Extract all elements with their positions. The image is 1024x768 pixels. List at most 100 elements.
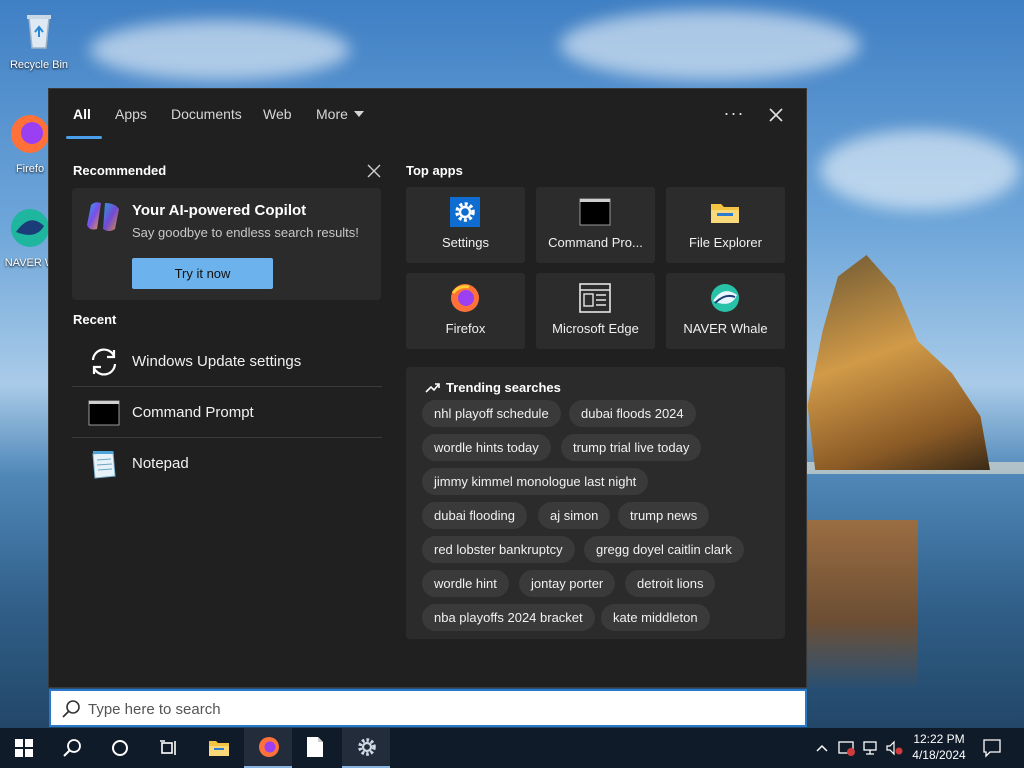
network-icon[interactable]: [862, 738, 880, 758]
tab-apps[interactable]: Apps: [115, 106, 147, 122]
task-view-icon: [160, 740, 176, 755]
whale-icon: [711, 284, 739, 312]
clock-time: 12:22 PM: [913, 732, 965, 746]
search-box[interactable]: [49, 689, 807, 727]
trending-chip[interactable]: nba playoffs 2024 bracket: [422, 604, 595, 631]
recent-item-notepad[interactable]: Notepad: [72, 439, 382, 489]
trending-chip[interactable]: dubai flooding: [422, 502, 527, 529]
copilot-icon: [87, 202, 119, 231]
volume-muted-icon[interactable]: [885, 738, 903, 758]
tab-documents[interactable]: Documents: [171, 106, 242, 122]
trending-chip[interactable]: kate middleton: [601, 604, 710, 631]
security-warning-icon[interactable]: [838, 738, 856, 758]
refresh-icon: [91, 348, 117, 376]
firefox-icon: [451, 284, 479, 312]
trending-chip[interactable]: red lobster bankruptcy: [422, 536, 575, 563]
document-icon: [307, 737, 323, 757]
cortana-button[interactable]: [96, 728, 144, 768]
action-center-icon[interactable]: [982, 738, 1002, 758]
more-options-button[interactable]: ···: [722, 103, 746, 127]
wallpaper-rock: [807, 255, 990, 470]
app-tile-naver-whale[interactable]: NAVER Whale: [666, 273, 785, 349]
trending-searches: Trending searches nhl playoff schedule d…: [406, 367, 785, 639]
tab-more[interactable]: More: [316, 106, 364, 122]
trending-arrow-icon: [425, 383, 440, 393]
app-tile-command-prompt[interactable]: Command Pro...: [536, 187, 655, 263]
recent-item-label: Windows Update settings: [132, 353, 302, 370]
command-prompt-icon: [579, 198, 611, 226]
windows-logo-icon: [15, 739, 33, 757]
tab-web[interactable]: Web: [263, 106, 292, 122]
whale-icon: [11, 209, 49, 247]
app-tile-label: Microsoft Edge: [552, 321, 639, 336]
command-prompt-icon: [88, 400, 120, 426]
recycle-bin-icon: [27, 15, 51, 49]
caret-down-icon: [353, 111, 364, 117]
search-icon: [62, 700, 80, 718]
search-tabs: All Apps Documents Web More ···: [49, 89, 806, 139]
recent-item-command-prompt[interactable]: Command Prompt: [72, 388, 382, 438]
search-icon: [63, 739, 81, 757]
trending-chip[interactable]: dubai floods 2024: [569, 400, 696, 427]
taskbar-search-button[interactable]: [48, 728, 96, 768]
trending-chip[interactable]: trump trial live today: [561, 434, 702, 461]
recent-title: Recent: [73, 312, 117, 327]
app-tile-settings[interactable]: Settings: [406, 187, 525, 263]
tab-more-label: More: [316, 106, 348, 122]
app-tile-label: Command Pro...: [548, 235, 643, 250]
trending-chip[interactable]: jimmy kimmel monologue last night: [422, 468, 649, 495]
trending-chip[interactable]: wordle hints today: [422, 434, 551, 461]
app-tile-file-explorer[interactable]: File Explorer: [666, 187, 785, 263]
search-input[interactable]: [88, 698, 688, 720]
trending-chip[interactable]: aj simon: [538, 502, 611, 529]
system-clock[interactable]: 12:22 PM 4/18/2024: [904, 731, 974, 763]
trending-chip[interactable]: jontay porter: [519, 570, 616, 597]
edge-icon: [579, 283, 611, 313]
folder-icon: [209, 741, 229, 756]
firefox-icon: [259, 737, 279, 757]
taskbar-file-explorer[interactable]: [194, 728, 242, 768]
wallpaper-cloud: [820, 130, 1020, 210]
close-icon: [769, 108, 783, 122]
trending-chip[interactable]: gregg doyel caitlin clark: [584, 536, 744, 563]
clock-date: 4/18/2024: [912, 748, 966, 762]
copilot-card: Your AI-powered Copilot Say goodbye to e…: [72, 188, 381, 300]
top-apps-title: Top apps: [406, 163, 463, 178]
tab-all[interactable]: All: [73, 106, 91, 122]
wallpaper-reflection: [808, 520, 918, 690]
copilot-subtitle: Say goodbye to endless search results!: [132, 225, 359, 240]
close-panel-button[interactable]: [764, 103, 788, 127]
notepad-icon: [92, 451, 116, 479]
app-tile-label: Settings: [442, 235, 489, 250]
recommended-title: Recommended: [73, 163, 167, 178]
trending-chip[interactable]: detroit lions: [625, 570, 716, 597]
trending-chip[interactable]: wordle hint: [422, 570, 509, 597]
active-tab-indicator: [66, 136, 102, 139]
wallpaper-cloud: [560, 10, 860, 80]
app-tile-label: NAVER Whale: [683, 321, 768, 336]
show-hidden-icons-chevron-up-icon[interactable]: [815, 738, 829, 758]
app-tile-label: Firefox: [445, 321, 486, 336]
desktop-icon-recycle-bin[interactable]: Recycle Bin: [1, 8, 77, 71]
trending-chip[interactable]: trump news: [618, 502, 710, 529]
start-button[interactable]: [0, 728, 48, 768]
copilot-title: Your AI-powered Copilot: [132, 202, 307, 219]
dismiss-recommended-button[interactable]: [362, 160, 386, 184]
close-icon: [367, 164, 381, 178]
wallpaper-cloud: [90, 20, 350, 80]
try-it-now-button[interactable]: Try it now: [132, 258, 273, 289]
app-tile-microsoft-edge[interactable]: Microsoft Edge: [536, 273, 655, 349]
firefox-icon: [11, 115, 49, 153]
app-tile-firefox[interactable]: Firefox: [406, 273, 525, 349]
recent-item-windows-update[interactable]: Windows Update settings: [72, 337, 382, 387]
gear-icon: [450, 197, 480, 227]
trending-chip[interactable]: nhl playoff schedule: [422, 400, 561, 427]
taskbar-settings[interactable]: [342, 728, 390, 768]
recent-item-label: Command Prompt: [132, 404, 254, 421]
taskbar-notepad[interactable]: [292, 728, 340, 768]
desktop-icon-label: Recycle Bin: [9, 59, 69, 71]
app-tile-label: File Explorer: [689, 235, 762, 250]
taskbar: 12:22 PM 4/18/2024: [0, 728, 1024, 768]
task-view-button[interactable]: [144, 728, 192, 768]
taskbar-firefox[interactable]: [244, 728, 292, 768]
